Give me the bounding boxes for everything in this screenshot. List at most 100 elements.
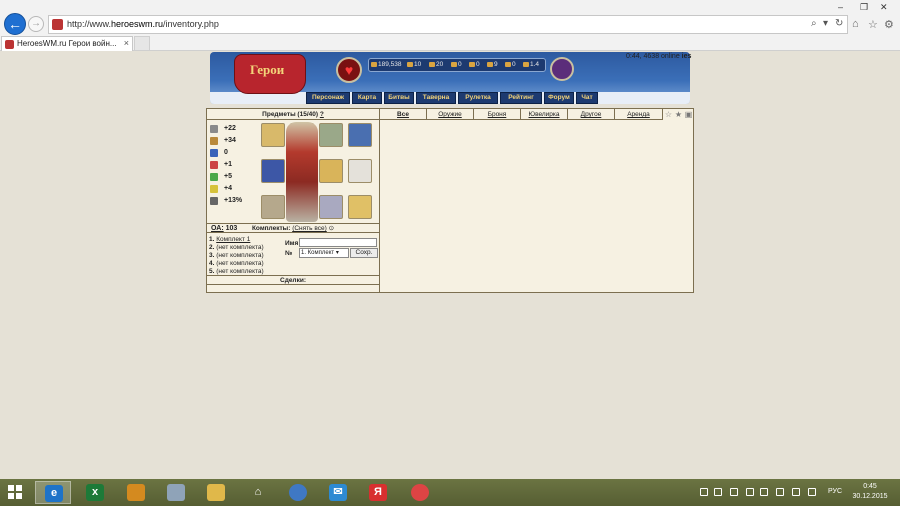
health-heart-icon[interactable]: ♥ [336,57,362,83]
tray-icon-2[interactable] [714,488,722,496]
tab-close-icon[interactable]: × [124,38,129,48]
system-clock[interactable]: 0:45 30.12.2015 [850,482,890,502]
set-item: 3. (нет комплекта) [209,252,264,259]
address-bar[interactable]: http://www.heroeswm.ru/inventory.php ⌕ ▾… [48,15,848,34]
minimize-icon[interactable]: – [838,2,843,12]
taskbar-media[interactable] [280,481,316,504]
media-icon [289,484,307,501]
tray-icon-3[interactable] [730,488,738,496]
taskbar-folder[interactable] [198,481,234,504]
slot-ring[interactable] [348,159,372,183]
main-nav: Персонаж Карта Битвы Таверна Рулетка Рей… [306,92,598,104]
yandex-icon: Я [369,484,387,501]
taskbar-mail[interactable]: ✉ [320,481,356,504]
nav-rating[interactable]: Рейтинг [500,92,542,104]
search-icon[interactable]: ⌕ [811,18,817,29]
battery-icon[interactable] [792,488,800,496]
tab-weapons[interactable]: Оружие [427,109,474,120]
taskbar-yandex[interactable]: Я [360,481,396,504]
tab-bar: HeroesWM.ru Герои войн... × [0,36,900,51]
set-item: 2. (нет комплекта) [209,244,264,251]
save-set-button[interactable]: Сохр. [350,248,378,258]
window-controls: – ❐ ✕ [824,0,894,14]
clock-time: 0:45 [863,483,877,490]
remove-all-link[interactable]: (Снять все) [292,225,327,232]
tab-other[interactable]: Другое [568,109,615,120]
deals-header: Сделки: [207,275,379,285]
dropdown-arrow-icon[interactable]: ▾ [823,18,828,29]
set-name-label: Имя [285,240,299,247]
ie-icon: e [45,485,63,502]
forward-button[interactable]: → [28,16,44,32]
clock-date: 30.12.2015 [852,493,888,500]
home-icon[interactable]: ⌂ [852,18,859,30]
set-number-label: № [285,250,293,257]
stat-knowledge: +1 [210,160,262,171]
nav-map[interactable]: Карта [352,92,382,104]
nav-tavern[interactable]: Таверна [416,92,456,104]
resource-sulfur: 0 [469,61,480,68]
slot-weapon[interactable] [319,159,343,183]
close-icon[interactable]: ✕ [880,2,888,13]
flag-icon[interactable] [776,488,784,496]
resource-mercury: 0 [451,61,462,68]
new-tab-button[interactable] [134,36,150,51]
slot-amulet[interactable] [261,123,285,147]
taskbar-app[interactable] [118,481,154,504]
tab-all[interactable]: Все [380,109,427,120]
back-button[interactable]: ← [4,13,26,35]
browser-chrome: ← → http://www.heroeswm.ru/inventory.php… [0,0,900,51]
volume-icon[interactable] [808,488,816,496]
folder-icon [207,484,225,501]
stat-attack: +22 [210,124,262,135]
nav-forum[interactable]: Форум [544,92,574,104]
tab-rent[interactable]: Аренда [615,109,663,120]
restore-icon[interactable]: ❐ [860,2,868,13]
nav-roulette[interactable]: Рулетка [458,92,498,104]
set-item: 5. (нет комплекта) [209,268,264,275]
attack-swords-icon [210,125,218,133]
spellpower-wand-icon [210,149,218,157]
resource-wood: 10 [407,61,421,68]
mana-potion-icon[interactable] [550,57,574,81]
tray-icon-4[interactable] [746,488,754,496]
taskbar-ie[interactable]: e [35,481,71,504]
set-name-input[interactable] [299,238,377,247]
chrome-icon [411,484,429,501]
nav-chat[interactable]: Чат [576,92,598,104]
start-windows-icon[interactable] [8,485,22,499]
star-filled-icon[interactable]: ★ [674,110,683,119]
set-item[interactable]: 1. Комплект 1 [209,236,250,243]
items-panel: Все Оружие Броня Ювелирка Другое Аренда … [380,108,694,293]
taskbar-home[interactable]: ⌂ [240,481,276,504]
tab-armor[interactable]: Броня [474,109,521,120]
slot-ring-3[interactable] [348,195,372,219]
set-number-select[interactable]: 1. Комплект ▾ [299,248,349,258]
tab-heroeswm[interactable]: HeroesWM.ru Герои войн... × [1,36,133,51]
taskbar-explorer[interactable] [158,481,194,504]
app-icon [127,484,145,501]
taskbar-chrome[interactable] [402,481,438,504]
slot-ring-2[interactable] [319,195,343,219]
slot-shield[interactable] [261,159,285,183]
favorites-star-icon[interactable]: ☆ [868,18,878,31]
inventory-help-link[interactable]: ? [320,111,324,118]
online-status: 0:44, 4638 online ies [626,53,692,60]
slot-necklace[interactable] [319,123,343,147]
taskbar-excel[interactable]: x [77,481,113,504]
slot-book[interactable] [348,123,372,147]
slot-bow[interactable] [261,195,285,219]
refresh-icon[interactable]: ↻ [835,18,843,29]
bag-icon[interactable]: ▣ [684,110,693,119]
tab-jewelry[interactable]: Ювелирка [521,109,568,120]
nav-character[interactable]: Персонаж [306,92,350,104]
address-url[interactable]: http://www.heroeswm.ru/inventory.php [67,19,219,29]
nav-battles[interactable]: Битвы [384,92,414,104]
gear-icon[interactable]: ⚙ [884,18,894,31]
sets-toggle-icon[interactable]: ⊙ [329,225,334,232]
tray-icon-1[interactable] [700,488,708,496]
star-outline-icon[interactable]: ☆ [664,110,673,119]
stat-defense: +34 [210,136,262,147]
network-icon[interactable] [760,488,768,496]
language-indicator[interactable]: РУС [828,488,842,495]
